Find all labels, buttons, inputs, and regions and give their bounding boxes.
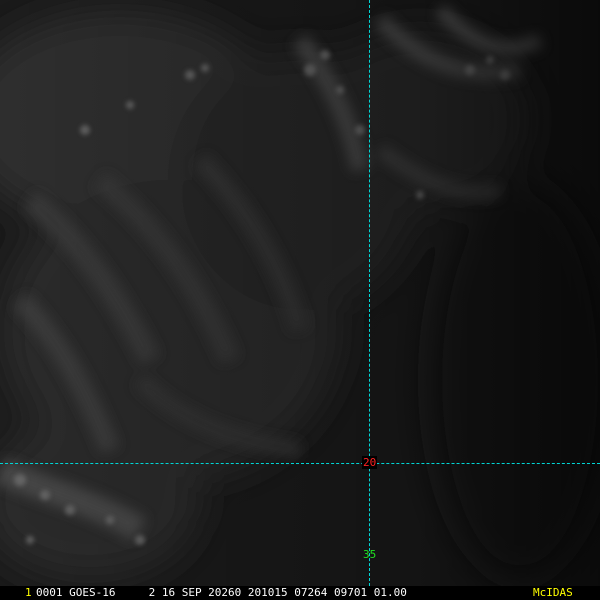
image-info-text: 0001 GOES-16 2 16 SEP 20260 201015 07264… (36, 586, 407, 599)
latitude-label: 20 (362, 456, 378, 469)
frame-number: 1 (25, 586, 32, 599)
longitude-gridline (369, 0, 370, 586)
cloud-imagery (0, 0, 600, 586)
satellite-image-view: 20 35 1 0001 GOES-16 2 16 SEP 20260 2010… (0, 0, 600, 600)
longitude-label: 35 (363, 548, 377, 561)
latitude-gridline (0, 463, 600, 464)
status-bar: 1 0001 GOES-16 2 16 SEP 20260 201015 072… (0, 586, 600, 600)
mcidas-brand: McIDAS (533, 586, 573, 599)
